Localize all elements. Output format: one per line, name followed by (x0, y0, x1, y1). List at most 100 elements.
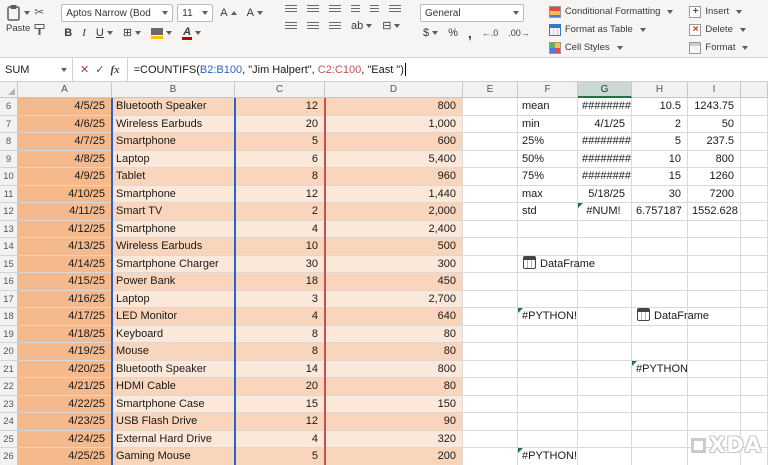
delete-button[interactable]: × Delete (689, 22, 748, 37)
cell-H16[interactable] (632, 273, 688, 291)
cell-I20[interactable] (688, 343, 741, 361)
cell-H25[interactable] (632, 430, 688, 448)
cell-I13[interactable] (688, 220, 741, 238)
cell-J10[interactable] (741, 168, 768, 186)
row-header-7[interactable]: 7 (0, 115, 18, 133)
cell-D7[interactable]: 1,000 (325, 115, 463, 133)
cell-G24[interactable] (578, 413, 632, 431)
cell-F22[interactable] (518, 378, 578, 396)
cell-H19[interactable] (632, 325, 688, 343)
decrease-font-button[interactable]: A (244, 5, 266, 21)
cell-D17[interactable]: 2,700 (325, 290, 463, 308)
cell-A25[interactable]: 4/24/25 (18, 430, 112, 448)
enter-icon[interactable]: ✓ (95, 64, 104, 76)
cell-I19[interactable] (688, 325, 741, 343)
cell-A13[interactable]: 4/12/25 (18, 220, 112, 238)
cell-D26[interactable]: 200 (325, 448, 463, 465)
cell-D16[interactable]: 450 (325, 273, 463, 291)
cell-D20[interactable]: 80 (325, 343, 463, 361)
cell-J12[interactable] (741, 203, 768, 221)
row-header-15[interactable]: 15 (0, 255, 18, 273)
cell-B6[interactable]: Bluetooth Speaker (112, 98, 235, 116)
cell-F17[interactable] (518, 290, 578, 308)
row-header-9[interactable]: 9 (0, 150, 18, 168)
align-top-button[interactable] (282, 4, 300, 15)
cell-D10[interactable]: 960 (325, 168, 463, 186)
cell-D15[interactable]: 300 (325, 255, 463, 273)
row-header-20[interactable]: 20 (0, 343, 18, 361)
cell-F8[interactable]: 25% (518, 133, 578, 151)
row-header-19[interactable]: 19 (0, 325, 18, 343)
format-button[interactable]: Format (689, 40, 749, 55)
cell-B25[interactable]: External Hard Drive (112, 430, 235, 448)
accounting-format-button[interactable]: $ (420, 25, 441, 41)
cell-I24[interactable] (688, 413, 741, 431)
cell-E12[interactable] (463, 203, 518, 221)
paste-button[interactable] (6, 4, 31, 21)
cell-F11[interactable]: max (518, 185, 578, 203)
cell-F10[interactable]: 75% (518, 168, 578, 186)
cell-J24[interactable] (741, 413, 768, 431)
cell-H26[interactable] (632, 448, 688, 465)
cell-C20[interactable]: 8 (235, 343, 325, 361)
formula-input[interactable]: =COUNTIFS(B2:B100, "Jim Halpert", C2:C10… (128, 58, 768, 81)
row-header-11[interactable]: 11 (0, 185, 18, 203)
row-header-14[interactable]: 14 (0, 238, 18, 256)
cell-H12[interactable]: 6.757187 (632, 203, 688, 221)
cell-J16[interactable] (741, 273, 768, 291)
cell-C21[interactable]: 14 (235, 360, 325, 378)
cell-G26[interactable] (578, 448, 632, 465)
cell-F23[interactable] (518, 395, 578, 413)
cell-D18[interactable]: 640 (325, 308, 463, 326)
cell-B13[interactable]: Smartphone (112, 220, 235, 238)
cell-F25[interactable] (518, 430, 578, 448)
cell-styles-button[interactable]: Cell Styles (548, 40, 674, 55)
cell-A22[interactable]: 4/21/25 (18, 378, 112, 396)
column-header-E[interactable]: E (463, 82, 518, 98)
cell-A7[interactable]: 4/6/25 (18, 115, 112, 133)
cell-B10[interactable]: Tablet (112, 168, 235, 186)
cell-G10[interactable]: ######## (578, 168, 632, 186)
percent-style-button[interactable]: % (445, 25, 461, 41)
cell-E11[interactable] (463, 185, 518, 203)
cell-C7[interactable]: 20 (235, 115, 325, 133)
cell-A23[interactable]: 4/22/25 (18, 395, 112, 413)
row-header-8[interactable]: 8 (0, 133, 18, 151)
cell-J17[interactable] (741, 290, 768, 308)
cell-H15[interactable] (632, 255, 688, 273)
cell-B9[interactable]: Laptop (112, 150, 235, 168)
cell-H9[interactable]: 10 (632, 150, 688, 168)
merge-center-button[interactable]: ⊟ (379, 18, 403, 34)
column-header-B[interactable]: B (112, 82, 235, 98)
cell-C8[interactable]: 5 (235, 133, 325, 151)
cell-H14[interactable] (632, 238, 688, 256)
row-header-23[interactable]: 23 (0, 395, 18, 413)
cell-H10[interactable]: 15 (632, 168, 688, 186)
cell-C14[interactable]: 10 (235, 238, 325, 256)
cell-G18[interactable] (578, 308, 632, 326)
cell-I7[interactable]: 50 (688, 115, 741, 133)
cell-J18[interactable] (741, 308, 768, 326)
align-right-button[interactable] (326, 21, 344, 32)
cell-B26[interactable]: Gaming Mouse (112, 448, 235, 465)
cell-I12[interactable]: 1552.628 (688, 203, 741, 221)
increase-font-button[interactable]: A (217, 5, 239, 21)
cell-H22[interactable] (632, 378, 688, 396)
cell-E15[interactable] (463, 255, 518, 273)
cell-C11[interactable]: 12 (235, 185, 325, 203)
cell-H11[interactable]: 30 (632, 185, 688, 203)
cell-E18[interactable] (463, 308, 518, 326)
cell-G6[interactable]: ######## (578, 98, 632, 116)
cell-A15[interactable]: 4/14/25 (18, 255, 112, 273)
font-color-button[interactable]: A (179, 26, 204, 41)
cell-F16[interactable] (518, 273, 578, 291)
cell-H8[interactable]: 5 (632, 133, 688, 151)
cell-C17[interactable]: 3 (235, 290, 325, 308)
cell-C16[interactable]: 18 (235, 273, 325, 291)
cell-B11[interactable]: Smartphone (112, 185, 235, 203)
cell-J13[interactable] (741, 220, 768, 238)
cell-F15[interactable]: DataFrame (518, 255, 595, 273)
cell-D21[interactable]: 800 (325, 360, 463, 378)
row-header-16[interactable]: 16 (0, 273, 18, 291)
cell-D8[interactable]: 600 (325, 133, 463, 151)
